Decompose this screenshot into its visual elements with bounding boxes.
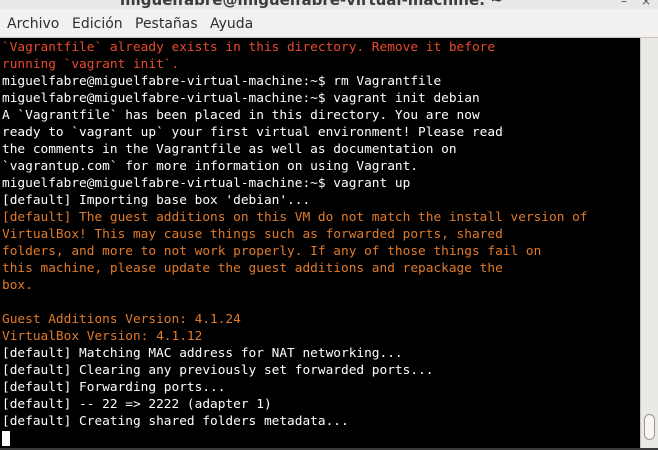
terminal-output[interactable]: `Vagrantfile` already exists in this dir… <box>0 38 640 448</box>
terminal-line: VirtualBox Version: 4.1.12 <box>2 329 203 344</box>
terminal-line: this machine, please update the guest ad… <box>2 261 503 276</box>
terminal-line: miguelfabre@miguelfabre-virtual-machine:… <box>2 74 442 89</box>
terminal-line: Guest Additions Version: 4.1.24 <box>2 312 241 327</box>
terminal-line: [default] The guest additions on this VM… <box>2 210 588 225</box>
terminal-line: `Vagrantfile` already exists in this dir… <box>2 40 496 55</box>
terminal-line: VirtualBox! This may cause things such a… <box>2 227 503 242</box>
menu-pestanas[interactable]: Pestañas <box>135 16 198 32</box>
terminal-line: [default] Forwarding ports... <box>2 380 226 395</box>
terminal-line: folders, and more to not work properly. … <box>2 244 542 259</box>
terminal-line: [default] Clearing any previously set fo… <box>2 363 434 378</box>
minimize-icon[interactable]: – <box>616 0 632 9</box>
close-icon[interactable]: × <box>638 0 654 9</box>
terminal-line: the comments in the Vagrantfile as well … <box>2 142 457 157</box>
terminal-line: A `Vagrantfile` has been placed in this … <box>2 108 480 123</box>
menu-archivo[interactable]: Archivo <box>7 16 59 32</box>
window-titlebar[interactable]: miguelfabre@miguelfabre-virtual-machine:… <box>0 0 658 9</box>
terminal-line: running `vagrant init`. <box>2 57 180 72</box>
terminal-scrollbar[interactable] <box>640 38 658 450</box>
terminal-line: miguelfabre@miguelfabre-virtual-machine:… <box>2 91 480 106</box>
terminal-cursor <box>2 431 10 446</box>
terminal-line: `vagrantup.com` for more information on … <box>2 159 419 174</box>
scrollbar-thumb[interactable] <box>644 414 655 440</box>
terminal-line: [default] Matching MAC address for NAT n… <box>2 346 403 361</box>
terminal-line: [default] -- 22 => 2222 (adapter 1) <box>2 397 272 412</box>
menu-edicion[interactable]: Edición <box>72 16 123 32</box>
terminal-line: [default] Creating shared folders metada… <box>2 414 349 429</box>
terminal-line: ready to `vagrant up` your first virtual… <box>2 125 503 140</box>
menu-ayuda[interactable]: Ayuda <box>210 16 253 32</box>
window-title: miguelfabre@miguelfabre-virtual-machine:… <box>120 0 503 9</box>
terminal-line: box. <box>2 278 33 293</box>
terminal-line: [default] Importing base box 'debian'... <box>2 193 311 208</box>
terminal-line: miguelfabre@miguelfabre-virtual-machine:… <box>2 176 411 191</box>
menu-bar: Archivo Edición Pestañas Ayuda <box>0 9 658 38</box>
